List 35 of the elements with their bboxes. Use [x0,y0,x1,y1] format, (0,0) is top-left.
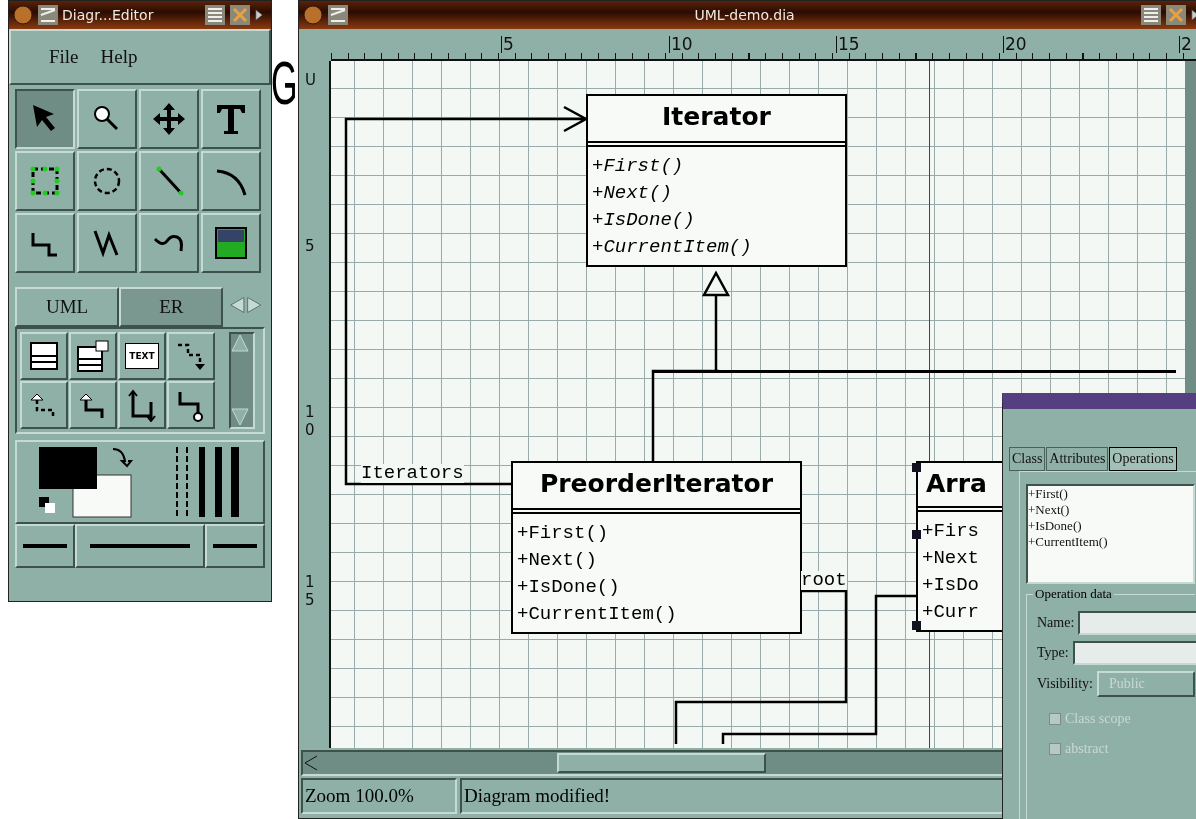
operation: +IsDone() [591,208,696,233]
operation: +First() [516,521,610,546]
class-name: Iterator [588,96,845,147]
operation: +IsDone() [516,575,621,600]
role-label: root [801,571,847,590]
window-title: Diagr...Editor [62,7,154,23]
operation: +CurrentItem() [516,602,678,627]
class-name: PreorderIterator [513,463,800,514]
operation: +First() [591,154,685,179]
operation: +Curr [921,600,980,625]
note-icon: TEXT [125,343,159,369]
operation: +Firs [921,519,980,544]
ruler-number: 15 [836,36,860,53]
operation: +CurrentItem() [591,235,753,260]
operation: +Next [921,546,980,571]
checkbox-label: Class scope [1065,711,1131,727]
ruler-number: 20 [1003,36,1027,53]
field-label: Type: [1037,645,1069,661]
group-title: Operation data [1033,586,1114,602]
ruler-number: 5 [501,36,514,53]
ruler-number: 2 [1179,36,1192,53]
zoom-status: Zoom 100.0% [301,778,457,814]
ruler-number: 15 [305,573,316,609]
ruler-number: U [305,71,317,89]
operation: +IsDo [921,573,980,598]
field-label: Name: [1037,615,1075,631]
ruler-number: 5 [305,237,316,255]
ruler-number: 10 [305,403,316,439]
slide-text: G [271,52,298,114]
role-label: Iterators [361,464,464,483]
operation: +Next() [516,548,598,573]
field-label: Visibility: [1037,676,1093,692]
operation: +Next() [591,181,673,206]
ruler-number: 10 [669,36,693,53]
window-title: UML-demo.dia [694,7,795,23]
